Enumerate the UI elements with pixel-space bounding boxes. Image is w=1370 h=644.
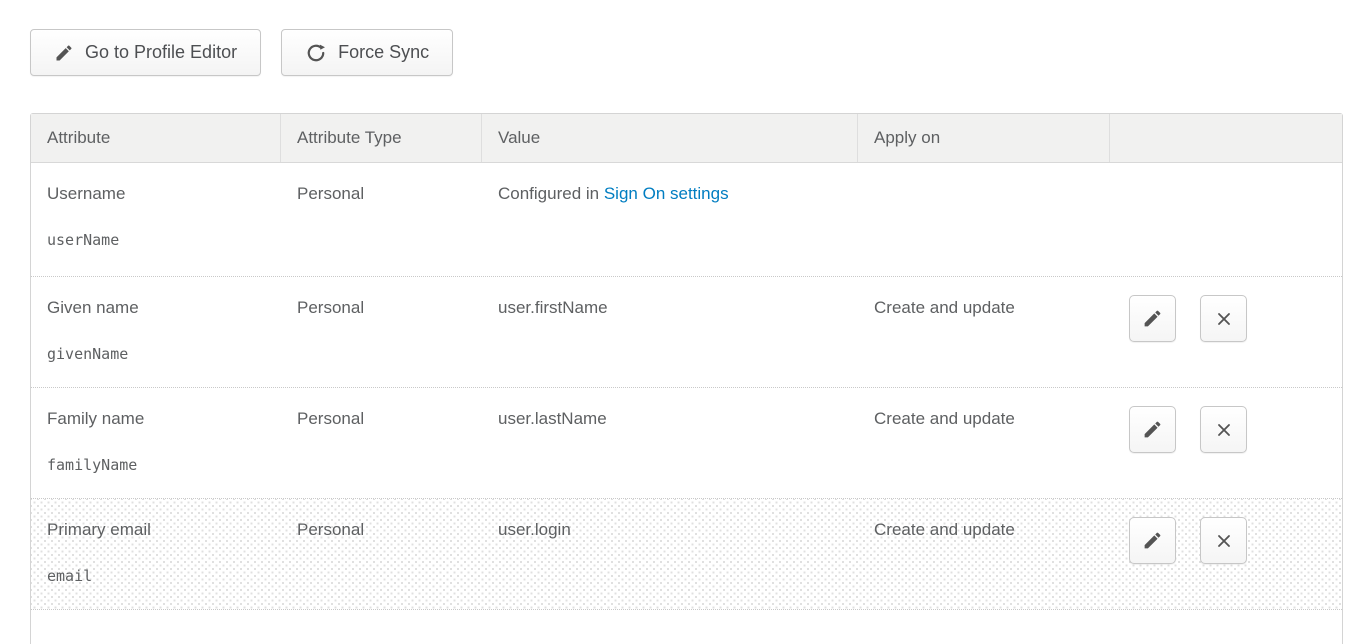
attribute-variable-name: givenName	[47, 345, 265, 363]
refresh-icon	[305, 42, 327, 64]
attribute-variable-name: familyName	[47, 456, 265, 474]
pencil-icon	[1142, 530, 1163, 551]
header-attribute: Attribute	[31, 114, 281, 162]
x-icon	[1214, 420, 1234, 440]
attribute-variable-name: userName	[47, 231, 265, 249]
value-prefix-text: Configured in	[498, 184, 604, 203]
actions-cell	[1110, 277, 1342, 387]
attribute-cell: Username userName	[31, 163, 281, 276]
header-apply-on: Apply on	[858, 114, 1110, 162]
force-sync-label: Force Sync	[338, 42, 429, 63]
attribute-variable-name: email	[47, 567, 265, 585]
table-row-given-name: Given name givenName Personal user.first…	[31, 277, 1342, 388]
go-to-profile-editor-label: Go to Profile Editor	[85, 42, 237, 63]
attribute-type-cell: Personal	[281, 499, 482, 609]
attribute-label: Family name	[47, 409, 265, 429]
pencil-icon	[1142, 308, 1163, 329]
header-attribute-type: Attribute Type	[281, 114, 482, 162]
header-value: Value	[482, 114, 858, 162]
apply-on-cell: Create and update	[858, 388, 1110, 498]
table-row-primary-email: Primary email email Personal user.login …	[31, 499, 1342, 610]
remove-attribute-button[interactable]	[1200, 295, 1247, 342]
toolbar: Go to Profile Editor Force Sync	[30, 29, 453, 76]
attribute-type-cell: Personal	[281, 277, 482, 387]
apply-on-cell	[858, 163, 1110, 276]
value-cell: user.login	[482, 499, 858, 609]
value-cell: Configured in Sign On settings	[482, 163, 858, 276]
attribute-cell: Family name familyName	[31, 388, 281, 498]
remove-attribute-button[interactable]	[1200, 517, 1247, 564]
pencil-icon	[54, 43, 74, 63]
edit-attribute-button[interactable]	[1129, 295, 1176, 342]
force-sync-button[interactable]: Force Sync	[281, 29, 453, 76]
actions-cell	[1110, 388, 1342, 498]
x-icon	[1214, 531, 1234, 551]
attribute-label: Primary email	[47, 520, 265, 540]
value-cell: user.lastName	[482, 388, 858, 498]
attribute-type-cell: Personal	[281, 163, 482, 276]
attribute-cell: Given name givenName	[31, 277, 281, 387]
remove-attribute-button[interactable]	[1200, 406, 1247, 453]
x-icon	[1214, 309, 1234, 329]
attribute-mapping-table: Attribute Attribute Type Value Apply on …	[30, 113, 1343, 644]
table-row-username: Username userName Personal Configured in…	[31, 163, 1342, 277]
sign-on-settings-link[interactable]: Sign On settings	[604, 184, 729, 203]
edit-attribute-button[interactable]	[1129, 406, 1176, 453]
attribute-label: Given name	[47, 298, 265, 318]
attribute-cell: Primary email email	[31, 499, 281, 609]
value-cell: user.firstName	[482, 277, 858, 387]
pencil-icon	[1142, 419, 1163, 440]
table-row-family-name: Family name familyName Personal user.las…	[31, 388, 1342, 499]
edit-attribute-button[interactable]	[1129, 517, 1176, 564]
table-header-row: Attribute Attribute Type Value Apply on	[31, 114, 1342, 163]
attribute-label: Username	[47, 184, 265, 204]
apply-on-cell: Create and update	[858, 499, 1110, 609]
header-actions	[1110, 114, 1342, 162]
go-to-profile-editor-button[interactable]: Go to Profile Editor	[30, 29, 261, 76]
attribute-type-cell: Personal	[281, 388, 482, 498]
actions-cell	[1110, 163, 1342, 276]
actions-cell	[1110, 499, 1342, 609]
apply-on-cell: Create and update	[858, 277, 1110, 387]
